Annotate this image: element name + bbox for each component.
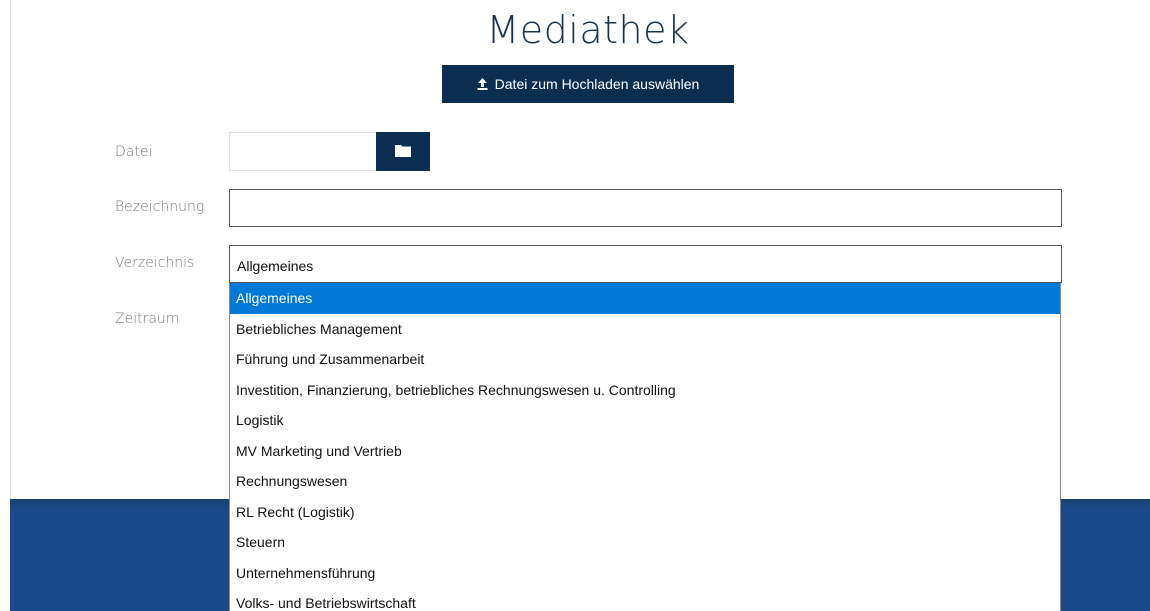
directory-option[interactable]: Unternehmensführung bbox=[230, 558, 1060, 589]
select-file-upload-button[interactable]: Datei zum Hochladen auswählen bbox=[442, 65, 734, 103]
page-title: Mediathek bbox=[486, 8, 690, 52]
name-label: Bezeichnung bbox=[115, 199, 205, 215]
directory-option[interactable]: Investition, Finanzierung, betriebliches… bbox=[230, 375, 1060, 406]
directory-option[interactable]: MV Marketing und Vertrieb bbox=[230, 436, 1060, 467]
directory-option[interactable]: Führung und Zusammenarbeit bbox=[230, 344, 1060, 375]
upload-button-label: Datei zum Hochladen auswählen bbox=[494, 76, 700, 92]
directory-selected-value: Allgemeines bbox=[237, 258, 314, 274]
directory-option[interactable]: Volks- und Betriebswirtschaft bbox=[230, 588, 1060, 611]
name-input[interactable] bbox=[229, 189, 1062, 227]
directory-select[interactable]: Allgemeines bbox=[229, 245, 1062, 283]
directory-option[interactable]: Betriebliches Management bbox=[230, 314, 1060, 345]
file-path-field[interactable] bbox=[229, 132, 377, 171]
directory-label: Verzeichnis bbox=[115, 255, 195, 271]
directory-dropdown-list: Allgemeines Betriebliches Management Füh… bbox=[229, 283, 1061, 611]
directory-option[interactable]: Steuern bbox=[230, 527, 1060, 558]
file-label: Datei bbox=[115, 144, 153, 160]
browse-file-button[interactable] bbox=[376, 132, 430, 171]
directory-option[interactable]: Allgemeines bbox=[230, 283, 1060, 314]
directory-option[interactable]: Logistik bbox=[230, 405, 1060, 436]
folder-icon bbox=[395, 142, 411, 161]
directory-option[interactable]: Rechnungswesen bbox=[230, 466, 1060, 497]
directory-option[interactable]: RL Recht (Logistik) bbox=[230, 497, 1060, 528]
period-label: Zeitraum bbox=[115, 311, 180, 327]
upload-icon bbox=[477, 78, 488, 90]
